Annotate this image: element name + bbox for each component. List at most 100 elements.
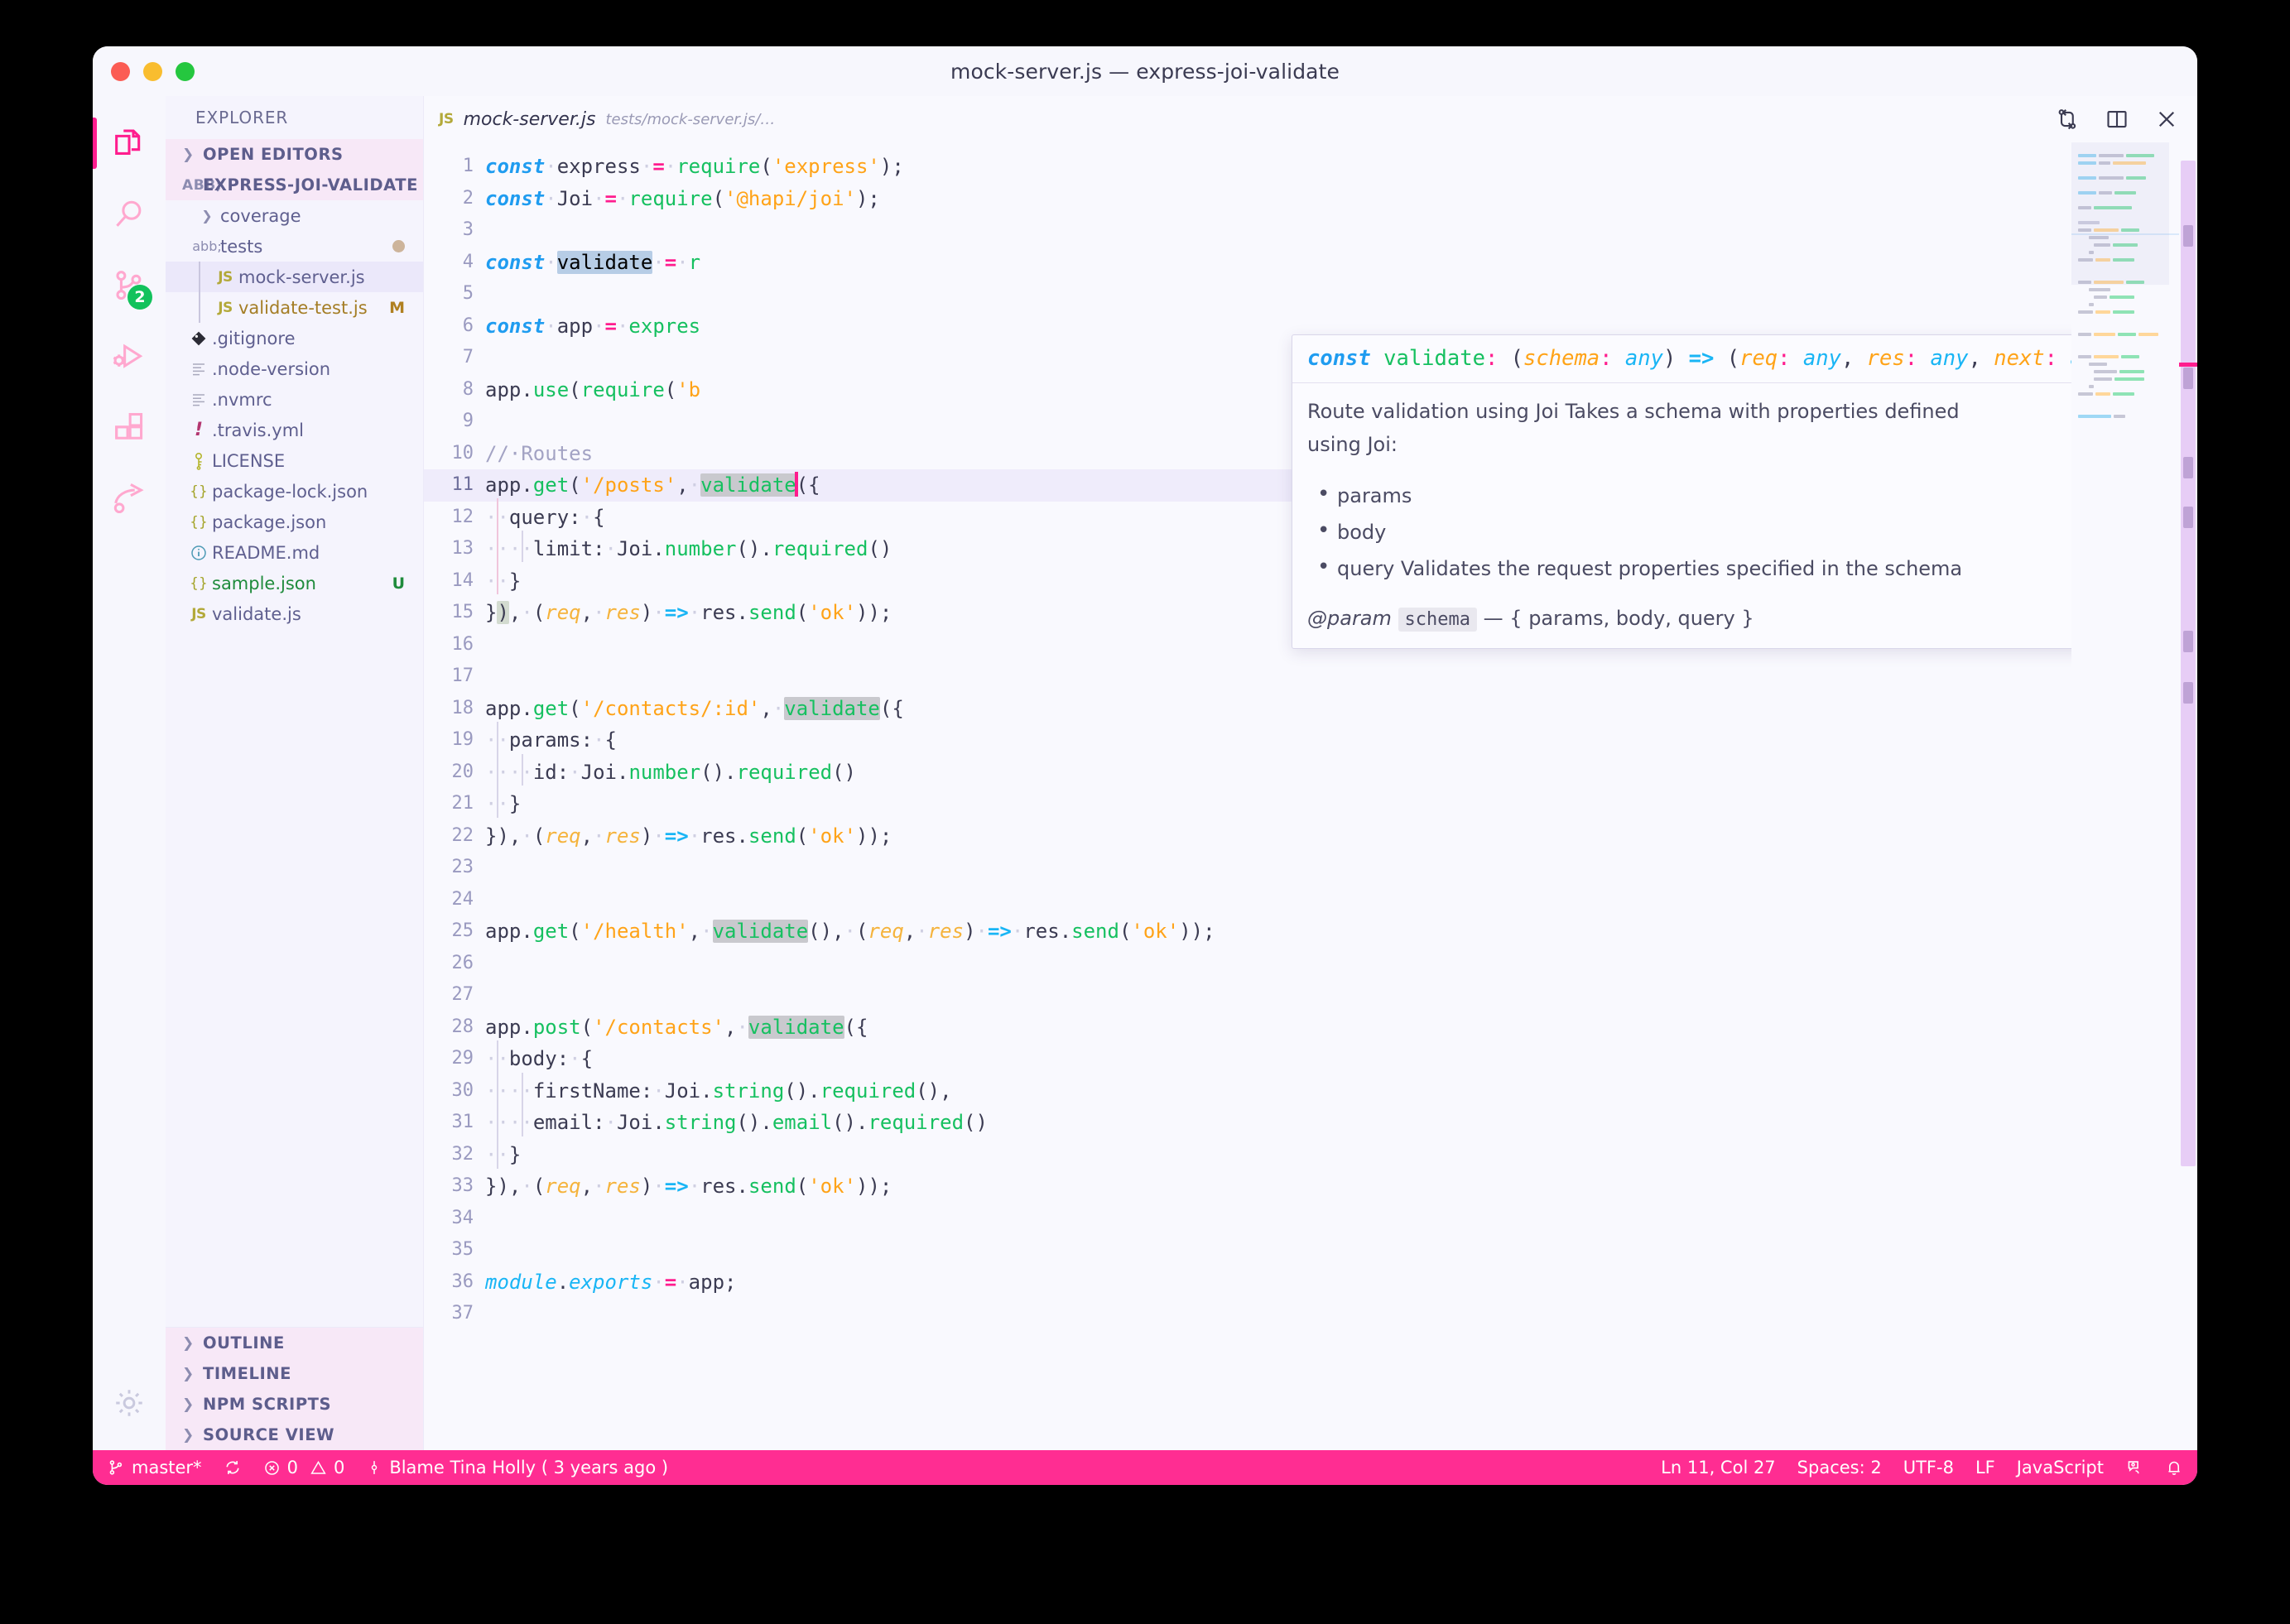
- git-branch-icon: [107, 1458, 125, 1477]
- split-editor-icon[interactable]: [2105, 107, 2129, 132]
- status-sync[interactable]: [213, 1450, 253, 1485]
- activity-item-remote-explorer[interactable]: [93, 464, 166, 535]
- line-number: 12: [424, 502, 485, 534]
- status-branch[interactable]: master*: [96, 1450, 213, 1485]
- tree-item-sample-json[interactable]: {} sample.json U: [166, 568, 423, 598]
- tree-item-travis-yml[interactable]: ! .travis.yml: [166, 415, 423, 445]
- compare-glyph: [2055, 107, 2080, 132]
- tree-item-label: README.md: [212, 543, 405, 563]
- gear-icon: [111, 1385, 147, 1421]
- minimize-window-button[interactable]: [143, 62, 162, 81]
- chevron-down-icon: ABB;: [182, 177, 195, 194]
- encoding-label: UTF-8: [1903, 1458, 1954, 1477]
- tree-item-mock-server-js[interactable]: JS mock-server.js: [166, 262, 423, 292]
- code-line: 28app.post('/contacts',·validate({: [424, 1011, 2071, 1044]
- explorer-tree: ❯ OPEN EDITORS ABB; EXPRESS-JOI-VALIDATE…: [166, 139, 423, 1327]
- chevron-right-icon: ❯: [194, 208, 220, 223]
- activity-item-source-control[interactable]: 2: [93, 250, 166, 321]
- status-indentation[interactable]: Spaces: 2: [1787, 1450, 1893, 1485]
- tree-item-node-version[interactable]: .node-version: [166, 353, 423, 384]
- eol-label: LF: [1975, 1458, 1995, 1477]
- section-label: OUTLINE: [203, 1333, 285, 1353]
- tree-item-validate-js[interactable]: JS validate.js: [166, 598, 423, 629]
- tree-item-validate-test-js[interactable]: JS validate-test.js M: [166, 292, 423, 323]
- tab-mock-server-js[interactable]: JS mock-server.js tests/mock-server.js/…: [424, 96, 793, 142]
- tree-item-nvmrc[interactable]: .nvmrc: [166, 384, 423, 415]
- status-eol[interactable]: LF: [1965, 1450, 2006, 1485]
- code-line: 33}),·(req,·res)·=>·res.send('ok'));: [424, 1170, 2071, 1203]
- indent-guide: [199, 262, 200, 292]
- tree-item-tests[interactable]: abb; tests: [166, 231, 423, 262]
- warning-count: 0: [334, 1458, 344, 1477]
- code-line: 17: [424, 661, 2071, 693]
- hover-param-tag: @param schema — { params, body, query }: [1307, 607, 2071, 630]
- status-bar-right: Ln 11, Col 27 Spaces: 2 UTF-8 LF JavaScr…: [1650, 1450, 2194, 1485]
- section-outline[interactable]: ❯ OUTLINE: [166, 1328, 423, 1358]
- section-timeline[interactable]: ❯ TIMELINE: [166, 1358, 423, 1389]
- compare-changes-icon[interactable]: [2055, 107, 2080, 132]
- key-glyph: [191, 452, 206, 470]
- section-label: OPEN EDITORS: [203, 145, 344, 164]
- tree-item-readme-md[interactable]: README.md: [166, 537, 423, 568]
- search-icon: [110, 195, 148, 233]
- line-number: 34: [424, 1203, 485, 1235]
- section-npm-scripts[interactable]: ❯ NPM SCRIPTS: [166, 1389, 423, 1420]
- tab-bar: JS mock-server.js tests/mock-server.js/…: [424, 96, 2197, 142]
- code-pane[interactable]: 1const·express·=·require('express'); 2co…: [424, 142, 2071, 1450]
- info-icon: [185, 544, 212, 562]
- line-number: 2: [424, 183, 485, 215]
- status-problems[interactable]: 0 0: [253, 1450, 356, 1485]
- tree-item-package-lock-json[interactable]: {} package-lock.json: [166, 476, 423, 507]
- line-number: 14: [424, 565, 485, 598]
- minimap[interactable]: [2071, 142, 2179, 1450]
- section-source-view[interactable]: ❯ SOURCE VIEW: [166, 1420, 423, 1450]
- status-notifications[interactable]: [2154, 1450, 2194, 1485]
- line-number: 37: [424, 1298, 485, 1330]
- tree-item-package-json[interactable]: {} package.json: [166, 507, 423, 537]
- close-window-button[interactable]: [111, 62, 130, 81]
- tree-item-gitignore[interactable]: .gitignore: [166, 323, 423, 353]
- run-debug-icon: [110, 338, 148, 376]
- tree-item-coverage[interactable]: ❯ coverage: [166, 200, 423, 231]
- status-blame[interactable]: Blame Tina Holly ( 3 years ago ): [355, 1450, 679, 1485]
- code-content: 1const·express·=·require('express'); 2co…: [424, 142, 2071, 1330]
- status-encoding[interactable]: UTF-8: [1893, 1450, 1965, 1485]
- indentation-label: Spaces: 2: [1797, 1458, 1882, 1477]
- language-mode-label: JavaScript: [2017, 1458, 2104, 1477]
- section-express-joi-validate[interactable]: ABB; EXPRESS-JOI-VALIDATE: [166, 170, 423, 200]
- blame-label: Blame Tina Holly ( 3 years ago ): [389, 1458, 668, 1477]
- line-number: 19: [424, 724, 485, 757]
- section-label: SOURCE VIEW: [203, 1425, 334, 1444]
- status-live-share[interactable]: [2114, 1450, 2154, 1485]
- status-cursor-position[interactable]: Ln 11, Col 27: [1650, 1450, 1787, 1485]
- section-open-editors[interactable]: ❯ OPEN EDITORS: [166, 139, 423, 170]
- activity-item-settings[interactable]: [93, 1379, 166, 1450]
- code-line: 19··params:·{: [424, 724, 2071, 757]
- activity-item-run-and-debug[interactable]: [93, 321, 166, 392]
- chevron-right-icon: ❯: [182, 1335, 195, 1352]
- code-line: 21··}: [424, 788, 2071, 820]
- overview-ruler[interactable]: [2179, 142, 2197, 1450]
- code-line: 37: [424, 1298, 2071, 1330]
- close-icon[interactable]: [2154, 107, 2179, 132]
- indent-guide: [497, 498, 498, 594]
- tree-item-label: mock-server.js: [238, 267, 405, 287]
- line-number: 9: [424, 406, 485, 438]
- status-language-mode[interactable]: JavaScript: [2006, 1450, 2114, 1485]
- activity-bar: 2: [93, 96, 166, 1450]
- activity-item-explorer[interactable]: [93, 108, 166, 179]
- tree-item-label: validate.js: [212, 604, 405, 624]
- activity-item-search[interactable]: [93, 179, 166, 250]
- line-number: 5: [424, 278, 485, 310]
- activity-item-extensions[interactable]: [93, 392, 166, 464]
- editor-scrollbar-thumb[interactable]: [2181, 161, 2196, 1166]
- js-icon: JS: [212, 300, 238, 316]
- overview-mark: [2183, 368, 2193, 389]
- json-icon: {}: [185, 514, 212, 531]
- cursor-position-mark: [2179, 363, 2197, 367]
- zoom-window-button[interactable]: [176, 62, 195, 81]
- line-number: 24: [424, 884, 485, 916]
- indent-guide: [199, 292, 200, 323]
- tree-item-license[interactable]: LICENSE: [166, 445, 423, 476]
- minimap-slider[interactable]: [2071, 142, 2169, 285]
